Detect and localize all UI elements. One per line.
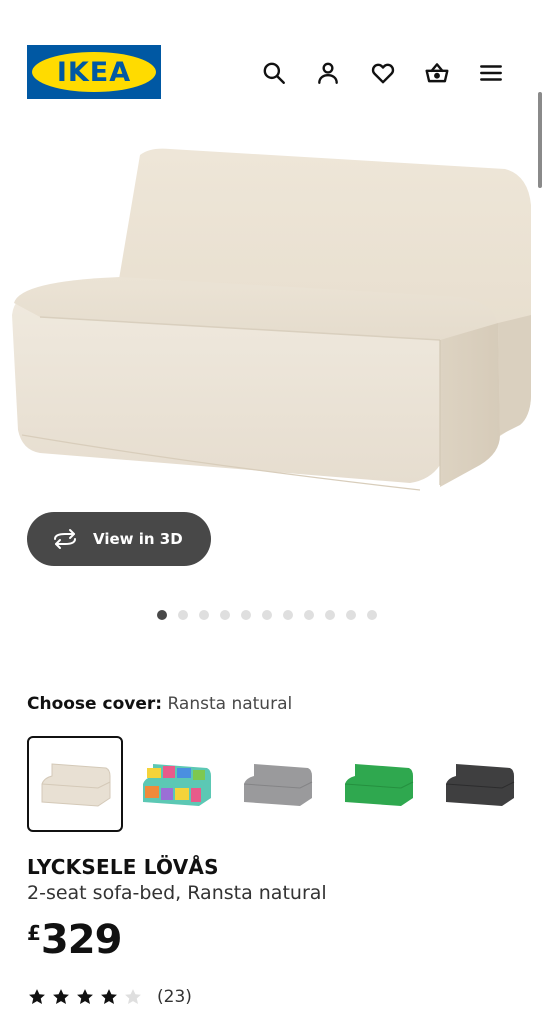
gallery-dot[interactable]: [178, 610, 188, 620]
cover-option-ransta-natural[interactable]: [27, 736, 123, 832]
account-icon[interactable]: [311, 56, 345, 90]
product-description: 2-seat sofa-bed, Ransta natural: [27, 882, 327, 904]
star-icon: [53, 989, 69, 1004]
product-name[interactable]: LYCKSELE LÖVÅS: [27, 855, 219, 879]
cover-option-multicolour[interactable]: [128, 736, 224, 832]
price-currency: £: [27, 921, 41, 945]
star-icon: [77, 989, 93, 1004]
heart-icon[interactable]: [366, 56, 400, 90]
menu-icon[interactable]: [474, 56, 508, 90]
gallery-dot[interactable]: [199, 610, 209, 620]
choose-cover-heading: Choose cover: Ransta natural: [27, 694, 292, 714]
view-in-3d-button[interactable]: View in 3D: [27, 512, 211, 566]
gallery-dot[interactable]: [367, 610, 377, 620]
product-image[interactable]: [0, 135, 546, 505]
gallery-dot[interactable]: [157, 610, 167, 620]
star-empty-icon: [125, 989, 141, 1004]
search-icon[interactable]: [257, 56, 291, 90]
star-icon: [29, 989, 45, 1004]
basket-icon[interactable]: [420, 56, 454, 90]
star-icon: [101, 989, 117, 1004]
product-price: £ 329: [27, 915, 122, 967]
header-icons: [0, 56, 546, 90]
gallery-dots: [0, 610, 546, 622]
gallery-dot[interactable]: [346, 610, 356, 620]
choose-cover-value: Ransta natural: [167, 694, 293, 714]
choose-cover-label: Choose cover:: [27, 694, 163, 714]
gallery-dot[interactable]: [262, 610, 272, 620]
gallery-dot[interactable]: [283, 610, 293, 620]
gallery-dot[interactable]: [220, 610, 230, 620]
gallery-dot[interactable]: [304, 610, 314, 620]
view-in-3d-label: View in 3D: [93, 530, 183, 548]
cover-option-yellow[interactable]: [532, 736, 546, 832]
cover-option-grey[interactable]: [229, 736, 325, 832]
cover-option-green[interactable]: [330, 736, 426, 832]
cover-swatches: [27, 736, 546, 832]
gallery-dot[interactable]: [241, 610, 251, 620]
rotate-3d-icon: [54, 529, 76, 549]
cover-option-dark-grey[interactable]: [431, 736, 527, 832]
site-header: IKEA: [0, 0, 546, 130]
price-amount: 329: [40, 917, 122, 963]
review-count: (23): [157, 987, 192, 1007]
rating-summary[interactable]: (23): [27, 985, 192, 1009]
gallery-dot[interactable]: [325, 610, 335, 620]
